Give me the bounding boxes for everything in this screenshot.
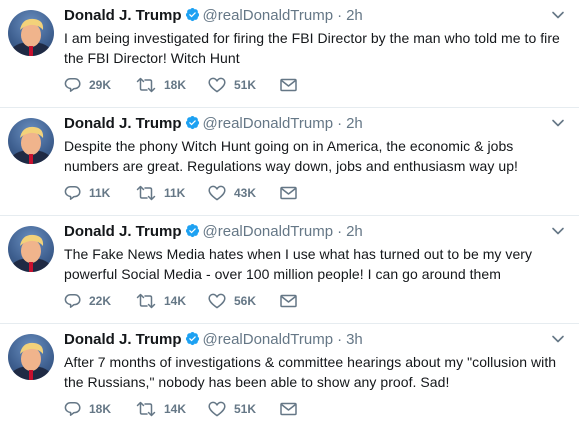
tweet[interactable]: Donald J. Trump @realDonaldTrump · 2h Despi… xyxy=(0,108,579,216)
handle[interactable]: @realDonaldTrump xyxy=(203,223,334,240)
reply-count: 11K xyxy=(89,186,111,200)
tweet-header: Donald J. Trump @realDonaldTrump · 3h xyxy=(64,330,363,352)
like-button[interactable]: 51K xyxy=(208,77,280,93)
envelope-icon xyxy=(280,78,297,92)
reply-count: 18K xyxy=(89,402,112,416)
retweet-icon xyxy=(136,185,156,201)
direct-message-button[interactable] xyxy=(280,186,352,200)
retweet-count: 18K xyxy=(164,78,187,92)
retweet-count: 14K xyxy=(164,402,187,416)
reply-button[interactable]: 18K xyxy=(64,401,136,417)
tweet-header: Donald J. Trump @realDonaldTrump · 2h xyxy=(64,114,363,136)
like-count: 43K xyxy=(234,186,257,200)
heart-icon xyxy=(208,401,226,417)
verified-badge-icon xyxy=(185,223,200,244)
tweet-text: I am being investigated for firing the F… xyxy=(64,30,560,66)
timestamp[interactable]: 3h xyxy=(346,331,363,348)
chevron-down-icon[interactable] xyxy=(551,224,565,238)
tweet[interactable]: Donald J. Trump @realDonaldTrump · 3h After… xyxy=(0,324,579,432)
tweet-header: Donald J. Trump @realDonaldTrump · 2h xyxy=(64,6,363,28)
tweet[interactable]: Donald J. Trump @realDonaldTrump · 2h I am … xyxy=(0,0,579,108)
separator: · xyxy=(337,331,343,348)
reply-icon xyxy=(64,186,81,200)
reply-button[interactable]: 29K xyxy=(64,77,136,93)
direct-message-button[interactable] xyxy=(280,78,352,92)
chevron-down-icon[interactable] xyxy=(551,116,565,130)
separator: · xyxy=(337,115,343,132)
handle[interactable]: @realDonaldTrump xyxy=(203,331,334,348)
retweet-button[interactable]: 14K xyxy=(136,293,208,309)
reply-button[interactable]: 11K xyxy=(64,185,136,201)
avatar[interactable] xyxy=(8,334,54,380)
tweet-actions: 11K 11K 43K xyxy=(64,185,352,201)
display-name[interactable]: Donald J. Trump xyxy=(64,115,182,132)
tweet-text: The Fake News Media hates when I use wha… xyxy=(64,246,533,282)
handle[interactable]: @realDonaldTrump xyxy=(203,115,334,132)
reply-count: 29K xyxy=(89,78,112,92)
verified-badge-icon xyxy=(185,7,200,28)
envelope-icon xyxy=(280,294,297,308)
like-count: 51K xyxy=(234,78,257,92)
retweet-button[interactable]: 11K xyxy=(136,185,208,201)
reply-icon xyxy=(64,402,81,416)
chevron-down-icon[interactable] xyxy=(551,332,565,346)
handle[interactable]: @realDonaldTrump xyxy=(203,7,334,24)
reply-button[interactable]: 22K xyxy=(64,293,136,309)
heart-icon xyxy=(208,77,226,93)
retweet-button[interactable]: 18K xyxy=(136,77,208,93)
tweet-text: After 7 months of investigations & commi… xyxy=(64,354,557,390)
tweet-header: Donald J. Trump @realDonaldTrump · 2h xyxy=(64,222,363,244)
tweet-text: Despite the phony Witch Hunt going on in… xyxy=(64,138,518,174)
retweet-icon xyxy=(136,293,156,309)
tweet-actions: 18K 14K 51K xyxy=(64,401,352,417)
reply-count: 22K xyxy=(89,294,112,308)
separator: · xyxy=(337,223,343,240)
like-button[interactable]: 43K xyxy=(208,185,280,201)
retweet-icon xyxy=(136,401,156,417)
reply-icon xyxy=(64,78,81,92)
like-button[interactable]: 51K xyxy=(208,401,280,417)
verified-badge-icon xyxy=(185,331,200,352)
direct-message-button[interactable] xyxy=(280,294,352,308)
display-name[interactable]: Donald J. Trump xyxy=(64,331,182,348)
like-count: 51K xyxy=(234,402,257,416)
retweet-button[interactable]: 14K xyxy=(136,401,208,417)
direct-message-button[interactable] xyxy=(280,402,352,416)
timestamp[interactable]: 2h xyxy=(346,115,363,132)
like-count: 56K xyxy=(234,294,257,308)
reply-icon xyxy=(64,294,81,308)
heart-icon xyxy=(208,185,226,201)
avatar[interactable] xyxy=(8,118,54,164)
separator: · xyxy=(337,7,343,24)
display-name[interactable]: Donald J. Trump xyxy=(64,223,182,240)
tweet-actions: 22K 14K 56K xyxy=(64,293,352,309)
verified-badge-icon xyxy=(185,115,200,136)
display-name[interactable]: Donald J. Trump xyxy=(64,7,182,24)
envelope-icon xyxy=(280,402,297,416)
retweet-icon xyxy=(136,77,156,93)
like-button[interactable]: 56K xyxy=(208,293,280,309)
timestamp[interactable]: 2h xyxy=(346,223,363,240)
tweet[interactable]: Donald J. Trump @realDonaldTrump · 2h The F… xyxy=(0,216,579,324)
chevron-down-icon[interactable] xyxy=(551,8,565,22)
retweet-count: 11K xyxy=(164,186,186,200)
heart-icon xyxy=(208,293,226,309)
timestamp[interactable]: 2h xyxy=(346,7,363,24)
retweet-count: 14K xyxy=(164,294,187,308)
avatar[interactable] xyxy=(8,10,54,56)
avatar[interactable] xyxy=(8,226,54,272)
envelope-icon xyxy=(280,186,297,200)
tweet-actions: 29K 18K 51K xyxy=(64,77,352,93)
tweet-feed: Donald J. Trump @realDonaldTrump · 2h I am … xyxy=(0,0,579,432)
